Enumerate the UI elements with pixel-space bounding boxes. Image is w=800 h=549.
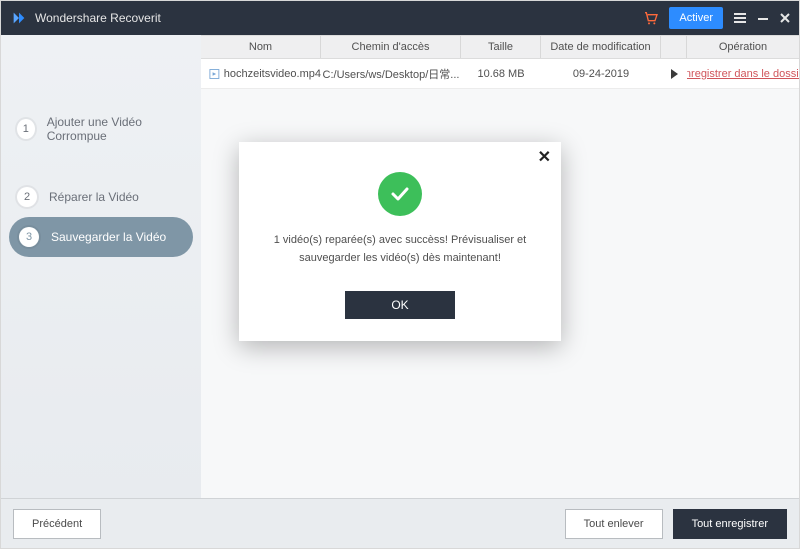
titlebar: Wondershare Recoverit Activer bbox=[1, 1, 799, 35]
cell-size: 10.68 MB bbox=[461, 68, 541, 80]
step-label: Ajouter une Vidéo Corrompue bbox=[47, 115, 187, 143]
table-row[interactable]: hochzeitsvideo.mp4 C:/Users/ws/Desktop/日… bbox=[201, 59, 799, 89]
file-name: hochzeitsvideo.mp4 bbox=[224, 68, 321, 80]
th-path[interactable]: Chemin d'accès bbox=[321, 36, 461, 58]
success-icon bbox=[378, 172, 422, 216]
modal-close-button[interactable]: ✕ bbox=[538, 150, 551, 166]
menu-icon[interactable] bbox=[733, 7, 747, 29]
sidebar-step-2[interactable]: 2 Réparer la Vidéo bbox=[1, 177, 201, 217]
footer: Précédent Tout enlever Tout enregistrer bbox=[1, 498, 799, 548]
sidebar-step-1[interactable]: 1 Ajouter une Vidéo Corrompue bbox=[1, 105, 201, 153]
brand: Wondershare Recoverit bbox=[11, 10, 161, 26]
sidebar: 1 Ajouter une Vidéo Corrompue 2 Réparer … bbox=[1, 35, 201, 498]
app-logo-icon bbox=[11, 10, 27, 26]
th-date[interactable]: Date de modification bbox=[541, 36, 661, 58]
cell-play[interactable] bbox=[661, 69, 687, 79]
th-play bbox=[661, 36, 687, 58]
remove-all-button[interactable]: Tout enlever bbox=[565, 509, 663, 539]
success-modal: ✕ 1 vidéo(s) reparée(s) avec succèss! Pr… bbox=[239, 142, 561, 341]
activate-button[interactable]: Activer bbox=[669, 7, 723, 29]
cell-name: hochzeitsvideo.mp4 bbox=[201, 68, 321, 80]
cell-date: 09-24-2019 bbox=[541, 68, 661, 80]
video-file-icon bbox=[209, 68, 220, 80]
step-number: 1 bbox=[17, 119, 35, 139]
save-all-button[interactable]: Tout enregistrer bbox=[673, 509, 787, 539]
app-title: Wondershare Recoverit bbox=[35, 11, 161, 25]
modal-message: 1 vidéo(s) reparée(s) avec succèss! Prév… bbox=[259, 232, 541, 267]
play-icon bbox=[671, 69, 678, 79]
th-operation[interactable]: Opération bbox=[687, 36, 799, 58]
step-number: 3 bbox=[19, 227, 39, 247]
cell-operation: Enregistrer dans le dossier bbox=[687, 68, 799, 80]
step-label: Sauvegarder la Vidéo bbox=[51, 230, 166, 244]
table-header: Nom Chemin d'accès Taille Date de modifi… bbox=[201, 35, 799, 59]
cart-icon[interactable] bbox=[643, 7, 659, 29]
th-name[interactable]: Nom bbox=[201, 36, 321, 58]
step-label: Réparer la Vidéo bbox=[49, 190, 139, 204]
close-button[interactable] bbox=[779, 7, 791, 29]
previous-button[interactable]: Précédent bbox=[13, 509, 101, 539]
modal-ok-button[interactable]: OK bbox=[345, 291, 455, 319]
cell-path: C:/Users/ws/Desktop/日常... bbox=[321, 66, 461, 82]
step-number: 2 bbox=[17, 187, 37, 207]
th-size[interactable]: Taille bbox=[461, 36, 541, 58]
minimize-button[interactable] bbox=[757, 7, 769, 29]
sidebar-step-3[interactable]: 3 Sauvegarder la Vidéo bbox=[9, 217, 193, 257]
save-to-folder-link[interactable]: Enregistrer dans le dossier bbox=[687, 68, 799, 80]
